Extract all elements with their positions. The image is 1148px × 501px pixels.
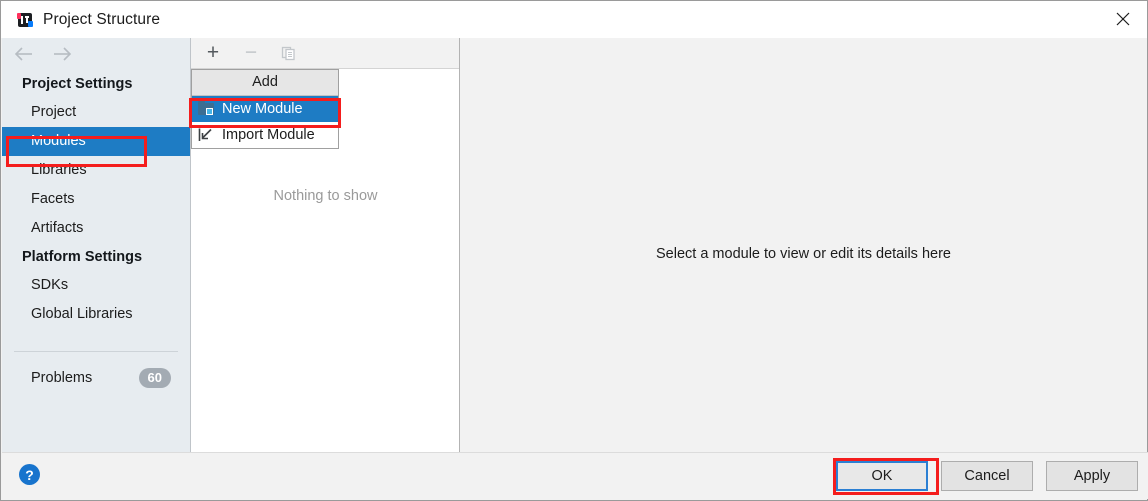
module-list-empty-text: Nothing to show	[273, 188, 378, 204]
new-module-folder-icon	[198, 101, 216, 117]
module-details-panel: Select a module to view or edit its deta…	[461, 38, 1146, 455]
add-module-popup-menu: Add New Module Import Module	[191, 69, 339, 149]
dialog-bottom-bar: ? OK Cancel Apply	[2, 452, 1148, 499]
menu-item-import-module[interactable]: Import Module	[192, 122, 338, 148]
sidebar-item-sdks[interactable]: SDKs	[2, 271, 190, 300]
sidebar-item-modules[interactable]: Modules	[2, 127, 190, 156]
arrow-left-icon[interactable]	[13, 43, 35, 65]
sidebar-item-libraries[interactable]: Libraries	[2, 156, 190, 185]
remove-module-label: −	[244, 41, 258, 64]
sidebar-item-project[interactable]: Project	[2, 98, 190, 127]
dialog-button-row: OK Cancel Apply	[836, 461, 1138, 491]
details-placeholder-text: Select a module to view or edit its deta…	[656, 245, 951, 262]
help-label: ?	[25, 466, 34, 483]
minus-icon[interactable]: −	[240, 42, 262, 64]
settings-sidebar: Project Settings Project Modules Librari…	[2, 38, 191, 455]
section-heading-platform-settings: Platform Settings	[22, 249, 143, 265]
sidebar-navigation	[2, 38, 190, 70]
sidebar-item-problems[interactable]: Problems 60	[2, 352, 190, 388]
import-module-icon	[198, 127, 216, 143]
menu-item-new-module-label: New Module	[222, 101, 303, 117]
problems-label: Problems	[31, 370, 93, 386]
arrow-right-icon[interactable]	[51, 43, 73, 65]
menu-item-new-module[interactable]: New Module	[192, 96, 338, 122]
close-icon[interactable]	[1099, 1, 1147, 37]
cancel-button[interactable]: Cancel	[941, 461, 1033, 491]
add-module-label: +	[206, 41, 220, 64]
section-heading-project-settings: Project Settings	[22, 76, 133, 92]
project-structure-dialog: Project Structure Project Settings Proje…	[0, 0, 1148, 501]
popup-menu-header: Add	[192, 70, 338, 96]
window-title: Project Structure	[43, 10, 161, 28]
module-list-toolbar: + −	[191, 38, 459, 69]
sidebar-item-global-libraries[interactable]: Global Libraries	[2, 300, 190, 329]
help-icon[interactable]: ?	[19, 464, 40, 485]
menu-item-import-module-label: Import Module	[222, 127, 315, 143]
apply-button[interactable]: Apply	[1046, 461, 1138, 491]
problems-count-badge: 60	[138, 368, 171, 388]
sidebar-item-artifacts[interactable]: Artifacts	[2, 214, 190, 243]
sidebar-item-facets[interactable]: Facets	[2, 185, 190, 214]
plus-icon[interactable]: +	[202, 42, 224, 64]
title-bar: Project Structure	[1, 1, 1147, 38]
intellij-idea-icon	[17, 12, 33, 28]
ok-button[interactable]: OK	[836, 461, 928, 491]
copy-icon[interactable]	[278, 42, 300, 64]
